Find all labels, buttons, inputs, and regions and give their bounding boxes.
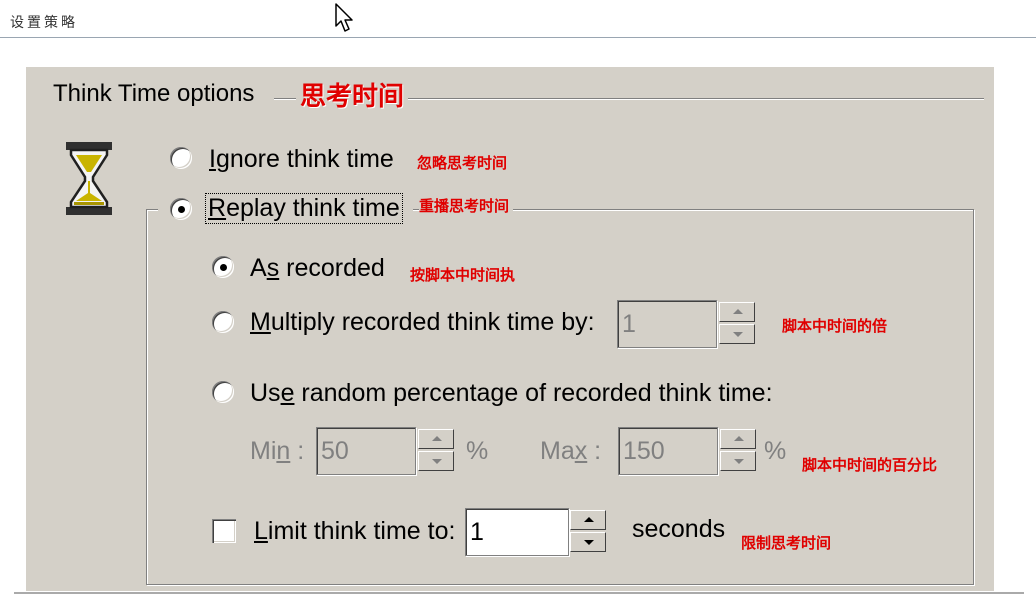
limit-think-time-checkbox[interactable] [212,519,236,543]
as-recorded-label[interactable]: As recorded [250,254,385,283]
ignore-annotation: 忽略思考时间 [417,154,508,172]
min-unit: % [466,437,489,465]
min-spin-up-button[interactable] [418,429,454,449]
seconds-unit-label: seconds [632,515,726,543]
replay-think-time-radio[interactable] [170,198,192,220]
multiply-spinner[interactable] [719,302,755,346]
limit-annotation: 限制思考时间 [741,534,832,552]
multiply-spin-down-button[interactable] [719,324,755,344]
replay-annotation: 重播思考时间 [419,195,514,216]
limit-spin-down-button[interactable] [570,532,606,552]
max-spinner[interactable] [720,429,756,473]
min-spin-down-button[interactable] [418,451,454,471]
multiply-radio[interactable] [212,311,234,333]
random-percentage-radio[interactable] [212,381,234,403]
header-divider [0,37,1036,38]
limit-spin-up-button[interactable] [570,510,606,530]
max-value-input[interactable]: 150 [618,427,718,475]
as-recorded-annotation: 按脚本中时间执 [410,266,516,284]
limit-think-time-label[interactable]: Limit think time to: [254,517,455,546]
min-value-input[interactable]: 50 [316,427,416,475]
mouse-pointer-icon [334,2,356,38]
multiply-label[interactable]: Multiply recorded think time by: [250,308,595,337]
multiply-spin-up-button[interactable] [719,302,755,322]
limit-spinner[interactable] [570,510,606,554]
hourglass-icon [64,141,114,221]
limit-value-input[interactable]: 1 [465,508,569,556]
max-label: Max : [540,437,602,465]
replay-think-time-label[interactable]: Replay think time [205,193,403,224]
min-label: Min : [250,437,305,465]
bottom-divider [14,592,1024,594]
random-percentage-label[interactable]: Use random percentage of recorded think … [250,379,773,408]
max-unit: % [764,437,787,465]
ignore-think-time-radio[interactable] [170,147,192,169]
page-title: 设置策略 [10,15,78,31]
random-annotation: 脚本中时间的百分比 [802,456,938,474]
min-spinner[interactable] [418,429,454,473]
group-title: Think Time options [53,80,259,108]
multiply-value-input[interactable]: 1 [617,300,717,348]
max-spin-down-button[interactable] [720,451,756,471]
as-recorded-radio[interactable] [212,256,234,278]
multiply-annotation: 脚本中时间的倍 [782,317,888,335]
group-title-annotation: 思考时间 [296,76,409,113]
ignore-think-time-label[interactable]: Ignore think time [209,145,394,174]
max-spin-up-button[interactable] [720,429,756,449]
